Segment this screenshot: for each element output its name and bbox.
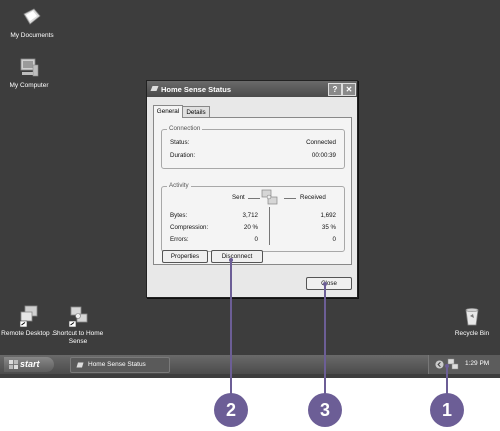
clock: 1:29 PM	[465, 360, 490, 367]
desktop-icon-recycle-bin[interactable]: Recycle Bin	[440, 304, 500, 338]
errors-received: 0	[332, 236, 336, 243]
callout-1: 1	[430, 393, 464, 427]
close-button[interactable]: Close	[306, 277, 352, 290]
dialog-title-bar[interactable]: Home Sense Status ? ✕	[147, 81, 357, 97]
compression-received: 35 %	[321, 224, 336, 231]
desktop-icon-label: My Computer	[9, 82, 49, 89]
tab-panel-general: Connection Status: Connected Duration: 0…	[153, 117, 352, 265]
start-label: start	[20, 359, 40, 369]
callout-3: 3	[308, 393, 342, 427]
bytes-label: Bytes:	[170, 212, 188, 219]
desktop-icon-my-computer[interactable]: My Computer	[0, 56, 61, 90]
desktop-icon-label: Shortcut to Home Sense	[52, 330, 104, 345]
disconnect-button[interactable]: Disconnect	[211, 250, 263, 263]
start-button[interactable]: start	[4, 357, 54, 372]
tray-expand-icon[interactable]	[435, 360, 444, 369]
folder-documents-icon	[23, 8, 41, 25]
sent-divider	[248, 198, 260, 199]
compression-sent: 20 %	[243, 224, 258, 231]
dialog-title: Home Sense Status	[161, 85, 232, 94]
activity-legend: Activity	[167, 182, 191, 189]
activity-group: Activity Sent Received Bytes: 3,712 1,69…	[161, 182, 345, 252]
desktop-icon-label: Recycle Bin	[454, 330, 490, 337]
computer-icon	[20, 58, 39, 77]
network-connection-icon	[68, 306, 88, 328]
desktop-icon-label: My Documents	[10, 32, 54, 39]
compression-label: Compression:	[170, 224, 209, 231]
duration-value: 00:00:39	[311, 152, 336, 159]
remote-desktop-icon	[19, 305, 38, 328]
properties-button[interactable]: Properties	[162, 250, 208, 263]
status-value: Connected	[306, 139, 336, 146]
received-divider	[284, 198, 296, 199]
connection-group: Connection Status: Connected Duration: 0…	[161, 125, 345, 169]
help-button[interactable]: ?	[328, 83, 342, 96]
connection-icon	[76, 362, 84, 368]
desktop-icon-home-sense-shortcut[interactable]: Shortcut to Home Sense	[46, 304, 110, 346]
errors-label: Errors:	[170, 236, 189, 243]
callout-3-line	[324, 284, 326, 394]
connection-icon	[150, 86, 159, 91]
errors-sent: 0	[254, 236, 258, 243]
bytes-sent: 3,712	[242, 212, 258, 219]
network-activity-icon	[261, 189, 278, 205]
tab-general[interactable]: General	[153, 105, 183, 118]
callout-2-line	[230, 260, 232, 394]
duration-label: Duration:	[170, 152, 196, 159]
taskbar-button-home-sense-status[interactable]: Home Sense Status	[70, 357, 170, 373]
network-tray-icon[interactable]	[447, 358, 459, 370]
callout-2: 2	[214, 393, 248, 427]
connection-status-dialog: Home Sense Status ? ✕ General Details Co…	[146, 80, 358, 298]
recycle-bin-icon	[465, 308, 479, 326]
status-label: Status:	[170, 139, 190, 146]
callout-1-line	[446, 366, 448, 394]
activity-vertical-divider	[269, 207, 270, 245]
windows-flag-icon	[9, 360, 18, 369]
desktop-icon-my-documents[interactable]: My Documents	[0, 6, 64, 40]
close-x-button[interactable]: ✕	[342, 83, 356, 96]
received-label: Received	[300, 194, 326, 201]
desktop: My Documents My Computer Remote Desktop …	[0, 0, 500, 378]
connection-legend: Connection	[167, 125, 203, 132]
sent-label: Sent	[232, 194, 245, 201]
taskbar-button-label: Home Sense Status	[88, 361, 146, 368]
taskbar: start Home Sense Status 1:29 PM	[0, 355, 500, 374]
system-tray: 1:29 PM	[428, 355, 500, 374]
bytes-received: 1,692	[320, 212, 336, 219]
